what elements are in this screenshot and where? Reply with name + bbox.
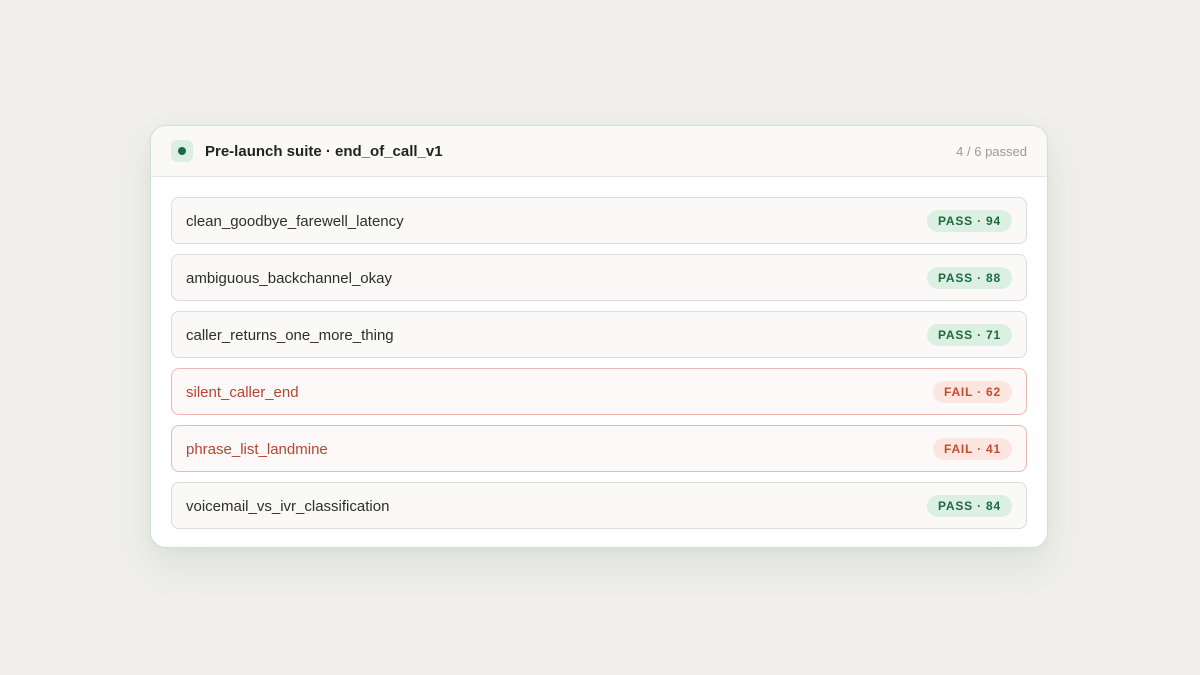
suite-header: Pre-launch suite · end_of_call_v1 4 / 6 … xyxy=(151,126,1047,177)
result-badge: PASS · 71 xyxy=(927,323,1012,346)
test-row[interactable]: ambiguous_backchannel_okay PASS · 88 xyxy=(171,254,1027,301)
test-name: silent_caller_end xyxy=(186,384,299,401)
test-suite-card: Pre-launch suite · end_of_call_v1 4 / 6 … xyxy=(150,125,1048,548)
test-row[interactable]: phrase_list_landmine FAIL · 41 xyxy=(171,425,1027,472)
suite-summary: 4 / 6 passed xyxy=(956,143,1027,159)
test-row[interactable]: caller_returns_one_more_thing PASS · 71 xyxy=(171,311,1027,358)
test-name: phrase_list_landmine xyxy=(186,441,328,458)
status-indicator xyxy=(171,140,193,162)
test-name: ambiguous_backchannel_okay xyxy=(186,270,392,287)
result-badge: PASS · 94 xyxy=(927,209,1012,232)
status-dot-icon xyxy=(178,147,186,155)
result-badge: PASS · 88 xyxy=(927,266,1012,289)
test-name: voicemail_vs_ivr_classification xyxy=(186,498,390,515)
test-list: clean_goodbye_farewell_latency PASS · 94… xyxy=(151,177,1047,529)
result-badge: FAIL · 62 xyxy=(933,380,1012,403)
test-row[interactable]: silent_caller_end FAIL · 62 xyxy=(171,368,1027,415)
test-row[interactable]: voicemail_vs_ivr_classification PASS · 8… xyxy=(171,482,1027,529)
test-name: clean_goodbye_farewell_latency xyxy=(186,213,404,230)
suite-title: Pre-launch suite · end_of_call_v1 xyxy=(205,142,443,160)
result-badge: FAIL · 41 xyxy=(933,437,1012,460)
result-badge: PASS · 84 xyxy=(927,494,1012,517)
test-row[interactable]: clean_goodbye_farewell_latency PASS · 94 xyxy=(171,197,1027,244)
test-name: caller_returns_one_more_thing xyxy=(186,327,394,344)
